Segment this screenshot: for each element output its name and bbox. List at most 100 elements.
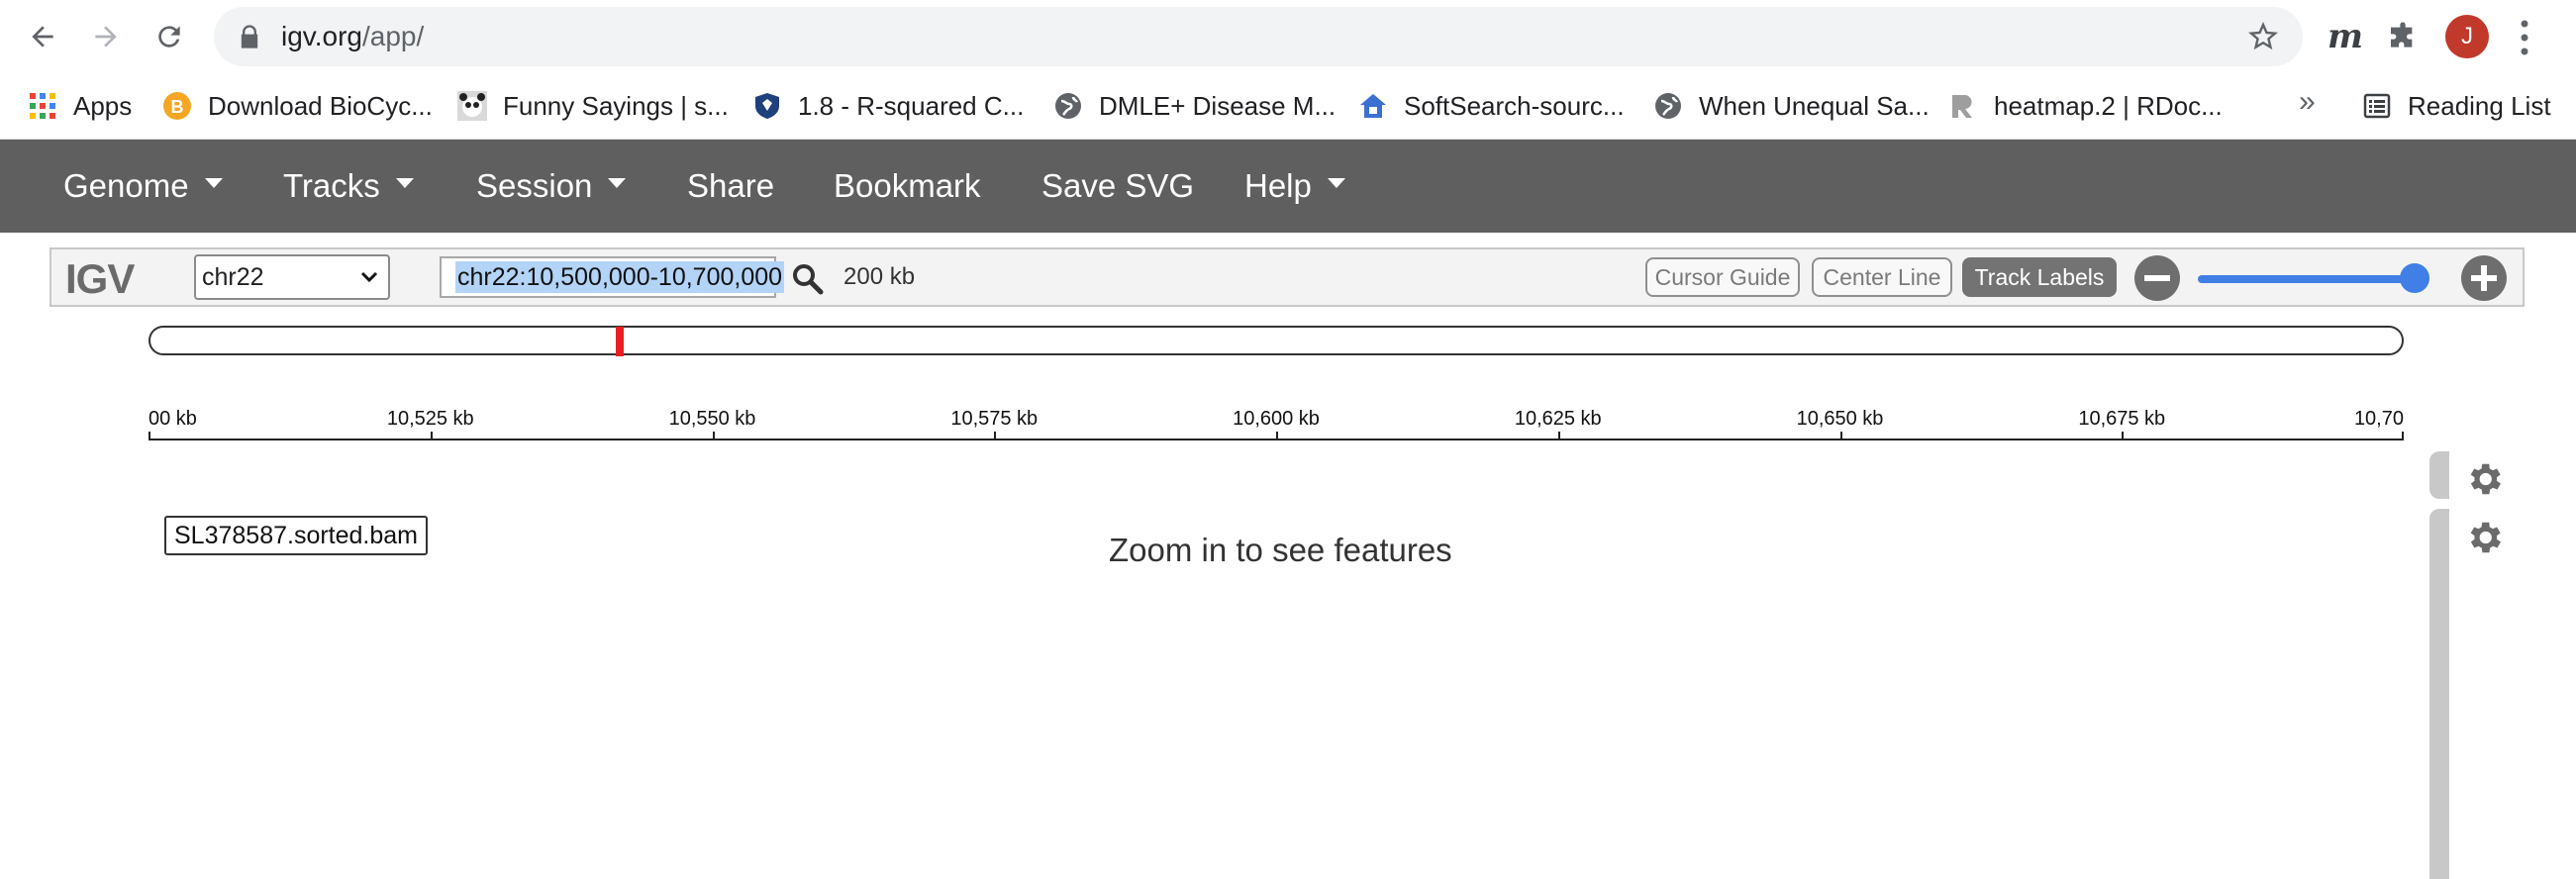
search-icon[interactable] <box>790 261 826 297</box>
menu-tracks[interactable]: Tracks <box>283 140 414 233</box>
reading-list-button[interactable]: Reading List <box>2362 87 2551 125</box>
bookmark-apps[interactable]: Apps <box>28 87 132 125</box>
igv-navbar: Genome Tracks Session Share Bookmark Sav… <box>0 140 2576 233</box>
chevron-down-icon <box>360 271 378 283</box>
menu-help[interactable]: Help <box>1244 140 1345 233</box>
ruler-tick-mark <box>994 432 997 440</box>
url-text: igv.org/app/ <box>281 21 424 52</box>
ruler-tick-label: 10,625 kb <box>1514 408 1602 430</box>
menu-label: Tracks <box>283 167 380 204</box>
extensions-button[interactable] <box>2382 16 2424 57</box>
url-host: igv.org <box>281 21 362 51</box>
bookmark-funny-sayings[interactable]: Funny Sayings | s... <box>457 87 729 125</box>
menu-label: Bookmark <box>834 167 981 204</box>
bookmark-label: Funny Sayings | s... <box>503 90 729 121</box>
ruler-tick-label: 10,70 <box>2353 408 2404 430</box>
zoom-in-message: Zoom in to see features <box>1109 532 1452 568</box>
ruler-tick-mark <box>430 432 433 440</box>
bookmark-heatmap[interactable]: heatmap.2 | RDoc... <box>1948 87 2223 125</box>
chromosome-select[interactable]: chr22 <box>194 254 390 300</box>
profile-avatar[interactable]: J <box>2445 15 2489 58</box>
more-bookmarks-chevron[interactable]: » <box>2299 85 2316 119</box>
ruler-track-scrollbar[interactable] <box>2429 451 2449 499</box>
chromosome-ideogram[interactable] <box>149 326 2404 355</box>
browser-toolbar: igv.org/app/ m J <box>0 0 2576 73</box>
menu-label: Help <box>1244 167 1312 204</box>
ruler-tick-label: 10,525 kb <box>386 408 474 430</box>
chromosome-value: chr22 <box>202 262 264 291</box>
bookmark-label: 1.8 - R-squared C... <box>798 90 1025 121</box>
ruler-gear-icon[interactable] <box>2463 458 2505 500</box>
locus-search-input[interactable]: chr22:10,500,000-10,700,000 <box>440 256 785 298</box>
url-path: /app/ <box>361 21 425 51</box>
rdoc-icon <box>1952 94 1972 118</box>
globe-icon <box>1055 93 1081 119</box>
bookmark-label: Apps <box>73 90 133 121</box>
caret-down-icon <box>395 178 414 188</box>
menu-label: Session <box>476 167 593 204</box>
menu-session[interactable]: Session <box>476 140 627 233</box>
locus-text: chr22:10,500,000-10,700,000 <box>455 261 785 293</box>
alignment-track-scrollbar[interactable] <box>2429 509 2449 879</box>
menu-save-svg[interactable]: Save SVG <box>1041 140 1194 233</box>
lock-icon <box>241 25 258 49</box>
star-icon[interactable] <box>2247 21 2279 52</box>
panda-icon <box>457 91 487 121</box>
bookmark-softsearch[interactable]: SoftSearch-sourc... <box>1358 87 1625 125</box>
reload-icon <box>158 26 180 48</box>
bookmark-dmle[interactable]: DMLE+ Disease M... <box>1053 87 1336 125</box>
ruler-tick-label: 10,550 kb <box>668 408 756 430</box>
cursor-guide-button[interactable]: Cursor Guide <box>1645 257 1800 297</box>
menu-genome[interactable]: Genome <box>63 140 223 233</box>
menu-kebab-icon[interactable] <box>2515 18 2534 57</box>
menu-share[interactable]: Share <box>687 140 774 233</box>
ruler-tick-mark <box>2122 432 2125 440</box>
window-span: 200 kb <box>843 263 916 290</box>
zoom-slider-handle[interactable] <box>2400 263 2429 293</box>
bookmark-label: DMLE+ Disease M... <box>1099 90 1337 121</box>
caret-down-icon <box>1327 178 1345 188</box>
ideogram-region-marker <box>616 327 624 356</box>
ruler-tick-label: 00 kb <box>149 408 197 430</box>
caret-down-icon <box>608 178 627 188</box>
bookmark-label: SoftSearch-sourc... <box>1404 90 1625 121</box>
ruler-tick-mark <box>1839 432 1842 440</box>
address-bar[interactable]: igv.org/app/ <box>214 7 2303 66</box>
zoom-out-button[interactable] <box>2134 255 2180 301</box>
back-button[interactable] <box>20 14 65 59</box>
arrow-right-icon <box>95 26 117 48</box>
bookmark-r-squared[interactable]: 1.8 - R-squared C... <box>752 87 1024 125</box>
ruler-tick-mark <box>712 432 715 440</box>
psu-shield-icon <box>755 93 779 119</box>
reload-button[interactable] <box>147 14 192 59</box>
menu-bookmark[interactable]: Bookmark <box>834 140 981 233</box>
ruler-tick-mark <box>1557 432 1560 440</box>
zoom-in-button[interactable] <box>2461 255 2507 301</box>
forward-button[interactable] <box>83 14 129 59</box>
ruler-tick-label: 10,600 kb <box>1233 408 1320 430</box>
menu-label: Genome <box>63 167 189 204</box>
ruler-tick-mark <box>149 432 150 440</box>
ruler-tick-label: 10,575 kb <box>950 408 1039 430</box>
bookmark-label: Download BioCyc... <box>208 90 433 121</box>
bookmark-biocyc[interactable]: B Download BioCyc... <box>162 87 433 125</box>
menu-label: Share <box>687 167 775 204</box>
igv-control-bar: IGV chr22 chr22:10,500,000-10,700,000 20… <box>50 247 2525 307</box>
center-line-button[interactable]: Center Line <box>1812 257 1952 297</box>
house-icon <box>1360 94 1386 118</box>
bookmark-label: heatmap.2 | RDoc... <box>1994 90 2223 121</box>
bookmark-when-unequal[interactable]: When Unequal Sa... <box>1653 87 1930 125</box>
reading-list-icon <box>2363 93 2391 119</box>
bookmarks-bar: Apps B Download BioCyc... Funny Sayings … <box>0 73 2576 141</box>
apps-grid-icon <box>30 93 55 119</box>
igv-logo: IGV <box>65 255 135 302</box>
puzzle-icon <box>2391 22 2413 48</box>
m-extension-icon[interactable]: m <box>2325 16 2366 57</box>
zoom-slider[interactable] <box>2198 275 2426 283</box>
ruler-tick-mark <box>1276 432 1278 440</box>
caret-down-icon <box>204 178 223 188</box>
track-labels-button[interactable]: Track Labels <box>1962 257 2117 297</box>
globe-icon <box>1655 93 1681 119</box>
track-name-label[interactable]: SL378587.sorted.bam <box>164 516 429 555</box>
track-gear-icon[interactable] <box>2463 517 2505 558</box>
